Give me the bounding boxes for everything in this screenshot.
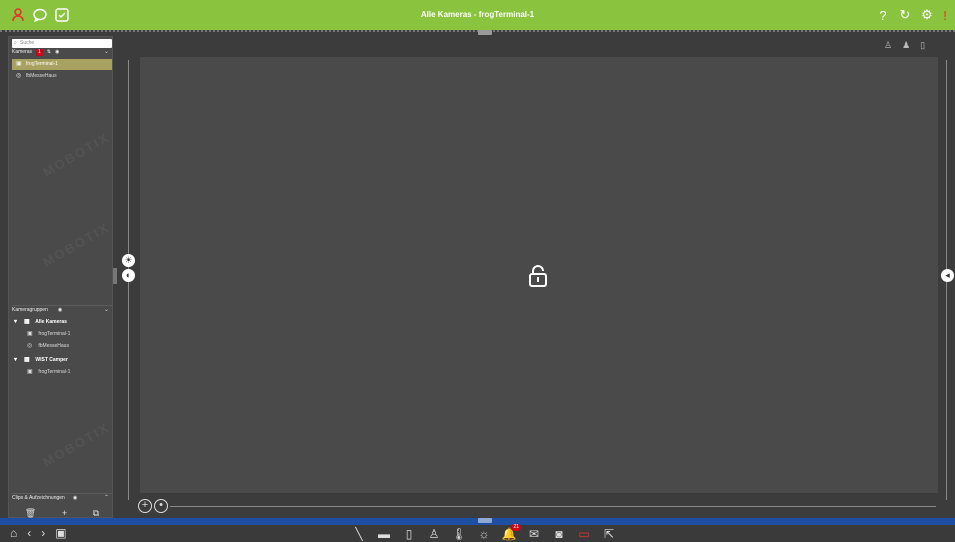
bottom-toolbar: ⌂ ‹ › ▣ ╲ ▬ ▯ ♙ 🌡 ☼ 🔔 21 ✉ ◙ ▭ ⇱ — [0, 524, 955, 542]
person-icon[interactable]: ♟ — [902, 40, 910, 51]
cameras-section-header[interactable]: Kameras 1 ⇅ ◉ ⌄ — [12, 48, 112, 57]
zoom-controls: + • — [138, 499, 168, 513]
thermometer-icon[interactable]: 🌡 — [451, 526, 466, 541]
expand-arrow-icon[interactable]: ▾ — [14, 355, 24, 366]
titlebar-right-tools: ? ↻ ⚙ ! — [875, 7, 949, 23]
cameras-header-label: Kameras — [12, 49, 33, 55]
export-icon[interactable]: ⧉ — [93, 508, 99, 519]
nav-tools: ⌂ ‹ › ▣ — [10, 526, 67, 540]
group-child-item[interactable]: ▣ frogTerminal-1 — [27, 329, 122, 340]
record-icon[interactable]: ▭ — [577, 526, 591, 541]
plus-icon[interactable]: + — [62, 508, 67, 518]
timeline-rule — [170, 506, 936, 507]
sort-icon[interactable]: ⇅ — [47, 48, 51, 57]
eye-icon[interactable]: ◉ — [58, 306, 62, 315]
person-icon[interactable]: ♙ — [884, 40, 892, 51]
watermark: MOBOTIX — [40, 219, 113, 270]
refresh-icon[interactable]: ↻ — [897, 7, 913, 23]
top-panel-handle[interactable] — [478, 30, 492, 35]
mail-icon[interactable]: ✉ — [527, 526, 541, 541]
clips-header-label: Clips & Aufzeichnungen — [12, 494, 65, 501]
group-item[interactable]: ▾ ▦ WIST Camper — [14, 355, 109, 366]
help-icon[interactable]: ? — [875, 7, 891, 23]
group-child-item[interactable]: ▣ frogTerminal-1 — [27, 367, 122, 378]
group-child-item[interactable]: ◎ fbMesseHaus — [27, 341, 122, 352]
contrast-icon[interactable]: ◐ — [122, 269, 135, 282]
light-icon[interactable]: ☼ — [477, 526, 491, 541]
grid-icon: ▦ — [24, 319, 30, 325]
camera-icon: ▣ — [16, 61, 22, 67]
wand-icon[interactable]: ╲ — [352, 526, 366, 541]
location-icon[interactable]: • — [154, 499, 168, 513]
chevron-up-icon[interactable]: ⌃ — [104, 494, 109, 503]
bell-icon[interactable]: 🔔 21 — [502, 524, 521, 541]
bottom-panel-handle[interactable] — [478, 518, 492, 523]
group-child-label: frogTerminal-1 — [38, 369, 71, 375]
group-label: Alle Kameras — [35, 319, 67, 325]
camera-icon: ◎ — [27, 343, 33, 349]
chevron-down-icon[interactable]: ⌄ — [104, 306, 109, 315]
power-icon[interactable]: ! — [941, 7, 949, 23]
search-input[interactable]: ⌕ Suche — [12, 39, 112, 48]
window-title: Alle Kameras - frogTerminal-1 — [420, 10, 535, 19]
camera-label: frogTerminal-1 — [26, 61, 58, 67]
expand-arrow-icon[interactable]: ▾ — [14, 317, 24, 328]
group-label: WIST Camper — [35, 357, 68, 363]
group-item[interactable]: ▾ ▦ Alle Kameras — [14, 317, 109, 328]
camera-icon[interactable]: ◙ — [552, 526, 566, 541]
trash-icon[interactable]: 🗑 — [25, 508, 36, 519]
camera-list-item[interactable]: ▣ frogTerminal-1 — [12, 59, 112, 70]
eye-icon[interactable]: ◉ — [73, 494, 77, 503]
watermark: MOBOTIX — [40, 129, 113, 180]
chevron-down-icon[interactable]: ⌄ — [104, 48, 109, 57]
camera-icon: ◎ — [16, 73, 22, 79]
sidebar-resize-handle[interactable] — [113, 268, 117, 284]
bell-badge: 21 — [511, 524, 521, 531]
home-icon[interactable]: ⌂ — [10, 526, 17, 540]
camera-list-item[interactable]: ◎ fbMesseHaus — [12, 71, 112, 82]
app-window: Alle Kameras - frogTerminal-1 ? ↻ ⚙ ! ⌕ … — [0, 0, 955, 542]
search-icon: ⌕ — [14, 40, 17, 46]
screen-icon[interactable]: ▣ — [55, 526, 66, 540]
forward-icon[interactable]: › — [41, 526, 45, 540]
group-child-label: frogTerminal-1 — [38, 331, 71, 337]
door-icon[interactable]: ▯ — [920, 40, 925, 51]
speaker-icon[interactable]: ◂ — [941, 269, 954, 282]
bar-icon[interactable]: ▬ — [377, 526, 391, 541]
eye-icon[interactable]: ◉ — [55, 48, 59, 57]
camera-label: fbMesseHaus — [26, 73, 57, 79]
lock-icon[interactable] — [528, 265, 548, 287]
door-icon[interactable]: ▯ — [402, 526, 416, 541]
grid-icon: ▦ — [24, 357, 30, 363]
export-icon[interactable]: ⇱ — [602, 526, 616, 541]
groups-section-header[interactable]: Kameragruppen ◉ ⌄ — [12, 305, 112, 314]
zoom-in-icon[interactable]: + — [138, 499, 152, 513]
sidebar: ⌕ Suche Kameras 1 ⇅ ◉ ⌄ ▣ frogTerminal-1… — [8, 36, 113, 518]
brightness-icon[interactable]: ☀ — [122, 254, 135, 267]
group-child-label: fbMesseHaus — [38, 343, 69, 349]
cameras-badge: 1 — [36, 49, 43, 56]
groups-header-label: Kameragruppen — [12, 306, 48, 313]
gear-icon[interactable]: ⚙ — [919, 7, 935, 23]
back-icon[interactable]: ‹ — [27, 526, 31, 540]
camera-icon: ▣ — [27, 331, 33, 337]
action-tools: ╲ ▬ ▯ ♙ 🌡 ☼ 🔔 21 ✉ ◙ ▭ ⇱ — [352, 524, 616, 541]
person-icon[interactable]: ♙ — [427, 526, 441, 541]
view-tools: ♙ ♟ ▯ — [884, 40, 925, 51]
clips-section-header[interactable]: Clips & Aufzeichnungen ◉ ⌃ — [12, 493, 112, 502]
titlebar: Alle Kameras - frogTerminal-1 ? ↻ ⚙ ! — [0, 0, 955, 30]
watermark: MOBOTIX — [40, 419, 113, 470]
camera-icon: ▣ — [27, 369, 33, 375]
search-placeholder: Suche — [20, 40, 35, 46]
